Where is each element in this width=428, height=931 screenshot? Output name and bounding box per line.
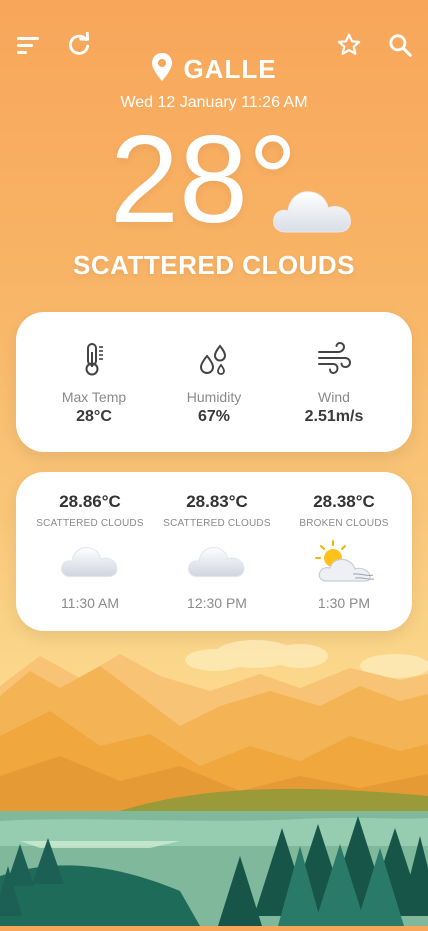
- city-name: GALLE: [183, 54, 277, 84]
- stat-wind: Wind 2.51m/s: [268, 341, 400, 426]
- forecast-item[interactable]: 28.38°C BROKEN CLOUDS 1:30 PM: [278, 492, 410, 611]
- cloud-icon: [151, 539, 283, 585]
- humidity-drops-icon: [197, 344, 231, 380]
- weather-stats-card: Max Temp 28°C Humidity 67% Wind 2.51m/s: [16, 312, 412, 452]
- forecast-item[interactable]: 28.83°C SCATTERED CLOUDS 12:30 PM: [151, 492, 283, 611]
- wind-icon: [316, 341, 352, 380]
- forecast-desc: SCATTERED CLOUDS: [36, 518, 144, 529]
- stat-humidity: Humidity 67%: [148, 342, 280, 426]
- current-condition: SCATTERED CLOUDS: [73, 250, 355, 280]
- stat-value: 67%: [197, 408, 231, 425]
- forecast-time: 11:30 AM: [60, 595, 120, 611]
- forecast-temp: 28.86°C: [59, 492, 121, 511]
- stat-value: 2.51m/s: [304, 408, 364, 425]
- stat-value: 28°C: [76, 408, 112, 425]
- thermometer-icon: [81, 343, 107, 380]
- forecast-time: 1:30 PM: [317, 595, 371, 611]
- forecast-desc: SCATTERED CLOUDS: [163, 518, 271, 529]
- forecast-item[interactable]: 28.86°C SCATTERED CLOUDS 11:30 AM: [24, 492, 156, 611]
- cloud-icon: [24, 539, 156, 585]
- cloud-icon: [270, 180, 356, 243]
- stat-label: Wind: [318, 389, 350, 405]
- landscape-illustration: [0, 616, 428, 926]
- date-time: Wed 12 January 11:26 AM: [120, 94, 308, 111]
- hourly-forecast-card: 28.86°C SCATTERED CLOUDS 11:30 AM 28.83°…: [16, 472, 412, 631]
- sun-cloud-icon: [278, 539, 410, 585]
- forecast-time: 12:30 PM: [187, 595, 247, 611]
- location-pin-icon: [151, 52, 173, 87]
- stat-label: Humidity: [186, 389, 242, 405]
- forecast-temp: 28.38°C: [313, 492, 375, 511]
- location-row: GALLE: [0, 52, 428, 87]
- stat-max-temp: Max Temp 28°C: [28, 342, 160, 426]
- forecast-desc: BROKEN CLOUDS: [299, 518, 389, 529]
- forecast-temp: 28.83°C: [186, 492, 248, 511]
- stat-label: Max Temp: [61, 389, 127, 405]
